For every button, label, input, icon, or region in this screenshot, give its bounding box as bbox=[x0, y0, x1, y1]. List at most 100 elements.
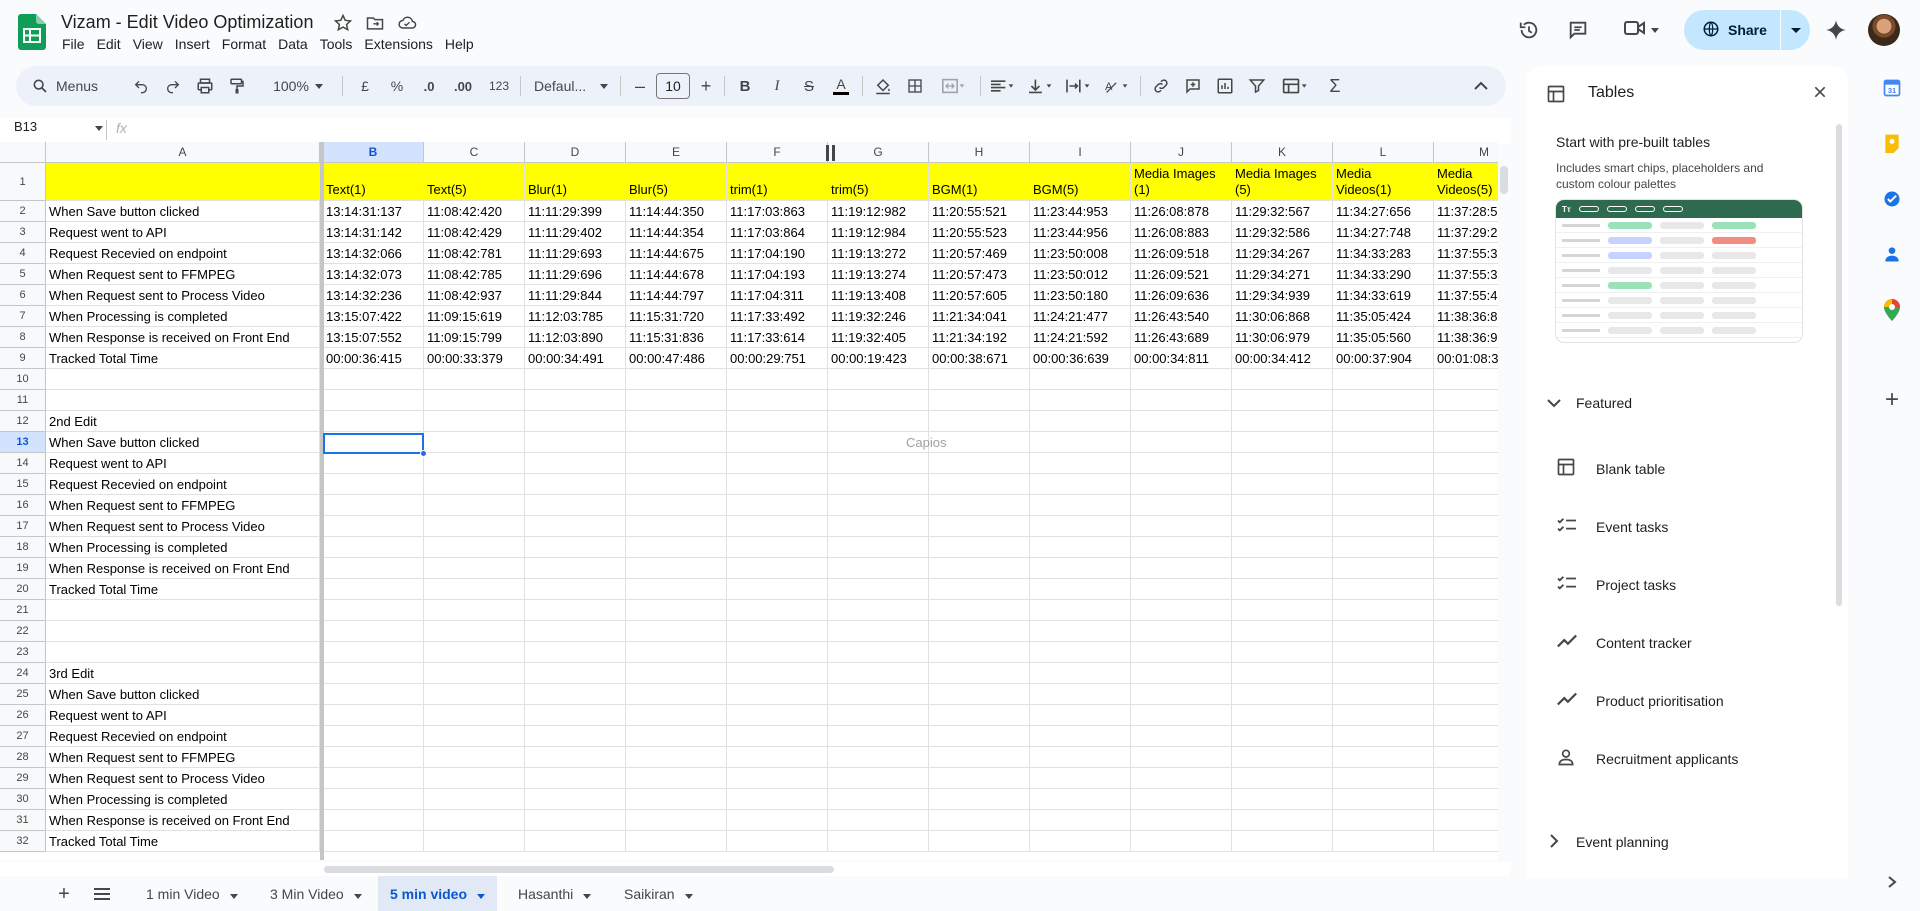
row-label-cell[interactable]: When Save button clicked bbox=[46, 432, 320, 453]
table-cell[interactable] bbox=[1131, 495, 1232, 516]
share-dropdown[interactable] bbox=[1780, 10, 1810, 50]
table-cell[interactable]: 11:14:44:797 bbox=[626, 285, 727, 306]
table-cell[interactable]: 11:17:04:193 bbox=[727, 264, 828, 285]
table-cell[interactable]: 11:08:42:429 bbox=[424, 222, 525, 243]
table-cell[interactable] bbox=[1131, 642, 1232, 663]
table-cell[interactable] bbox=[828, 579, 929, 600]
row-label-cell[interactable]: When Request sent to FFMPEG bbox=[46, 747, 320, 768]
table-cell[interactable] bbox=[828, 831, 929, 852]
menu-data[interactable]: Data bbox=[272, 36, 314, 56]
table-cell[interactable]: 11:17:04:190 bbox=[727, 243, 828, 264]
table-cell[interactable] bbox=[323, 537, 424, 558]
row-header[interactable]: 17 bbox=[0, 516, 46, 537]
table-cell[interactable] bbox=[323, 621, 424, 642]
table-cell[interactable]: 00:00:37:904 bbox=[1333, 348, 1434, 369]
table-cell[interactable]: 13:14:32:236 bbox=[323, 285, 424, 306]
table-cell[interactable] bbox=[525, 621, 626, 642]
table-cell[interactable] bbox=[929, 474, 1030, 495]
table-cell[interactable]: 11:09:15:619 bbox=[424, 306, 525, 327]
table-cell[interactable] bbox=[1030, 831, 1131, 852]
font-size-input[interactable]: 10 bbox=[656, 73, 690, 99]
table-cell[interactable] bbox=[1131, 411, 1232, 432]
table-cell[interactable] bbox=[1434, 663, 1498, 684]
fill-color-icon[interactable] bbox=[870, 66, 896, 106]
row-label-cell[interactable]: When Response is received on Front End bbox=[46, 810, 320, 831]
table-cell[interactable] bbox=[323, 495, 424, 516]
sheet-tab[interactable]: 5 min video bbox=[378, 876, 498, 911]
number-format-button[interactable]: 123 bbox=[484, 66, 514, 106]
table-cell[interactable] bbox=[727, 537, 828, 558]
selected-cell[interactable] bbox=[323, 433, 424, 454]
table-cell[interactable] bbox=[727, 810, 828, 831]
menu-view[interactable]: View bbox=[127, 36, 169, 56]
row-label-cell[interactable]: Tracked Total Time bbox=[46, 579, 320, 600]
column-resize-handle[interactable] bbox=[826, 145, 829, 161]
table-cell[interactable] bbox=[525, 642, 626, 663]
table-cell[interactable] bbox=[1232, 411, 1333, 432]
table-cell[interactable] bbox=[323, 768, 424, 789]
table-cell[interactable] bbox=[525, 810, 626, 831]
table-cell[interactable]: 11:14:44:675 bbox=[626, 243, 727, 264]
insert-link-icon[interactable] bbox=[1148, 66, 1174, 106]
table-cell[interactable] bbox=[1232, 705, 1333, 726]
menu-edit[interactable]: Edit bbox=[91, 36, 127, 56]
table-cell[interactable] bbox=[1333, 642, 1434, 663]
table-cell[interactable] bbox=[626, 432, 727, 453]
contacts-icon[interactable] bbox=[1878, 240, 1906, 268]
row-header[interactable]: 5 bbox=[0, 264, 46, 285]
table-cell[interactable]: 11:19:13:274 bbox=[828, 264, 929, 285]
table-cell[interactable]: 11:26:43:540 bbox=[1131, 306, 1232, 327]
table-cell[interactable]: 00:00:38:671 bbox=[929, 348, 1030, 369]
row-label-cell[interactable]: Tracked Total Time bbox=[46, 348, 320, 369]
row-header[interactable]: 28 bbox=[0, 747, 46, 768]
table-cell[interactable] bbox=[1030, 390, 1131, 411]
table-cell[interactable] bbox=[1434, 369, 1498, 390]
table-cell[interactable] bbox=[727, 516, 828, 537]
table-cell[interactable]: 13:15:07:552 bbox=[323, 327, 424, 348]
table-cell[interactable] bbox=[727, 600, 828, 621]
table-cell[interactable] bbox=[1030, 474, 1131, 495]
row-header[interactable]: 20 bbox=[0, 579, 46, 600]
table-cell[interactable]: 11:26:09:518 bbox=[1131, 243, 1232, 264]
table-cell[interactable] bbox=[525, 726, 626, 747]
table-cell[interactable] bbox=[323, 390, 424, 411]
table-cell[interactable] bbox=[525, 768, 626, 789]
table-cell[interactable]: 11:29:34:267 bbox=[1232, 243, 1333, 264]
font-family-select[interactable]: Defaul... bbox=[528, 66, 614, 106]
move-folder-icon[interactable] bbox=[365, 13, 387, 35]
table-cell[interactable] bbox=[1232, 810, 1333, 831]
table-cell[interactable] bbox=[626, 642, 727, 663]
sheet-tab[interactable]: 1 min Video bbox=[134, 876, 250, 911]
calendar-icon[interactable]: 31 bbox=[1878, 74, 1906, 102]
table-cell[interactable] bbox=[424, 516, 525, 537]
table-cell[interactable] bbox=[1131, 621, 1232, 642]
table-cell[interactable] bbox=[1434, 705, 1498, 726]
table-cell[interactable] bbox=[1333, 516, 1434, 537]
row-label-cell[interactable]: When Processing is completed bbox=[46, 306, 320, 327]
table-cell[interactable]: Media Videos(1) bbox=[1333, 163, 1434, 201]
all-sheets-icon[interactable] bbox=[90, 882, 114, 906]
table-cell[interactable] bbox=[626, 768, 727, 789]
table-cell[interactable] bbox=[626, 495, 727, 516]
table-cell[interactable] bbox=[525, 789, 626, 810]
meet-button[interactable] bbox=[1616, 10, 1666, 50]
table-cell[interactable] bbox=[323, 663, 424, 684]
table-cell[interactable] bbox=[929, 642, 1030, 663]
table-cell[interactable] bbox=[424, 369, 525, 390]
table-cell[interactable] bbox=[323, 600, 424, 621]
row-header[interactable]: 24 bbox=[0, 663, 46, 684]
row-label-cell[interactable]: When Request sent to Process Video bbox=[46, 768, 320, 789]
row-label-cell[interactable]: Request went to API bbox=[46, 705, 320, 726]
table-cell[interactable] bbox=[1333, 768, 1434, 789]
table-cell[interactable] bbox=[828, 621, 929, 642]
collapse-panel-icon[interactable] bbox=[1878, 868, 1906, 896]
percent-format-button[interactable]: % bbox=[384, 66, 410, 106]
table-cell[interactable] bbox=[929, 726, 1030, 747]
table-cell[interactable] bbox=[525, 537, 626, 558]
table-cell[interactable] bbox=[828, 810, 929, 831]
name-box[interactable]: B13 bbox=[14, 119, 104, 134]
table-cell[interactable]: 11:29:34:939 bbox=[1232, 285, 1333, 306]
row-label-cell[interactable]: When Request sent to FFMPEG bbox=[46, 264, 320, 285]
table-cell[interactable] bbox=[1131, 369, 1232, 390]
table-cell[interactable] bbox=[323, 369, 424, 390]
